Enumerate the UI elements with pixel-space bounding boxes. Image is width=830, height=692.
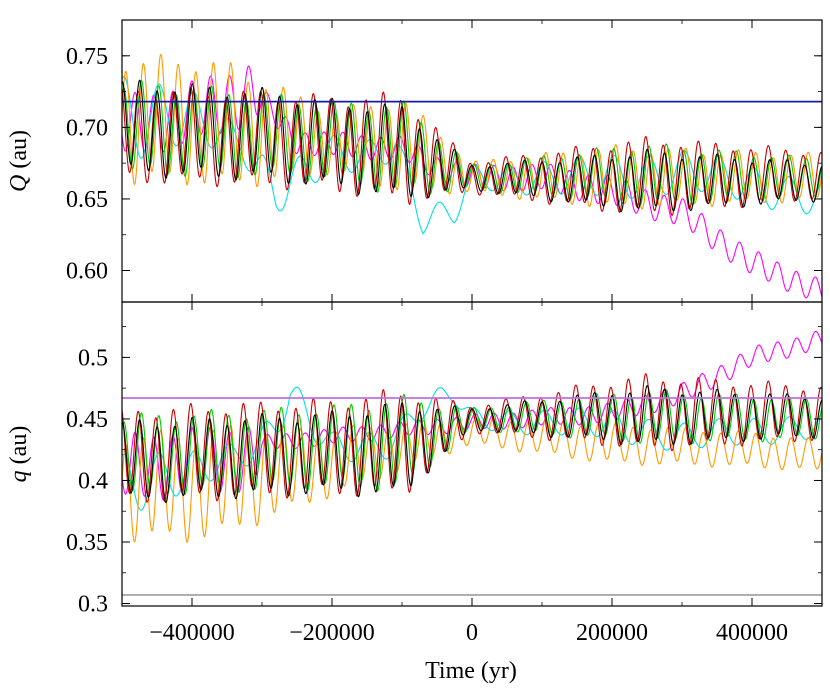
y-tick-label: 0.3 <box>78 592 108 618</box>
x-tick-label: −400000 <box>149 620 235 646</box>
x-tick-label: 400000 <box>716 620 788 646</box>
x-axis-title: Time (yr) <box>425 658 517 684</box>
panel-Q: 0.60 0.65 0.70 0.75 Q (au) <box>6 19 823 303</box>
series-line-q-3 <box>122 417 822 544</box>
x-axis: −400000 −200000 0 200000 400000 <box>149 620 788 646</box>
x-tick-label: −200000 <box>289 620 375 646</box>
series-group <box>122 53 822 299</box>
y-axis-variable: Q <box>6 175 32 192</box>
y-tick-label: 0.45 <box>66 407 108 433</box>
y-tick-label: 0.75 <box>66 44 108 70</box>
panel-q: 0.3 0.35 0.4 0.45 0.5 q (au) <box>6 301 823 618</box>
plot-frame <box>121 301 823 607</box>
series-group <box>122 330 822 544</box>
y-axis-variable: q <box>6 470 32 482</box>
y-tick-label: 0.60 <box>66 259 108 285</box>
x-tick-label: 200000 <box>576 620 648 646</box>
series-line-Q-4 <box>122 79 822 207</box>
y-axis-title-q: q (au) <box>6 426 32 483</box>
y-axis-unit: (au) <box>6 130 32 175</box>
y-tick-label: 0.70 <box>66 115 108 141</box>
y-tick-label: 0.35 <box>66 530 108 556</box>
series-line-Q-3 <box>122 53 822 210</box>
y-tick-label: 0.4 <box>78 468 108 494</box>
x-tick-label: 0 <box>466 620 478 646</box>
y-axis-unit: (au) <box>6 426 32 471</box>
y-tick-label: 0.5 <box>78 345 108 371</box>
plot-frame <box>121 19 823 303</box>
y-tick-label: 0.65 <box>66 187 108 213</box>
figure: 0.60 0.65 0.70 0.75 Q (au) 0.3 0.35 0.4 0.45 0.5… <box>6 19 823 684</box>
y-axis-title-Q: Q (au) <box>6 130 32 192</box>
series-line-Q-5 <box>122 87 822 217</box>
